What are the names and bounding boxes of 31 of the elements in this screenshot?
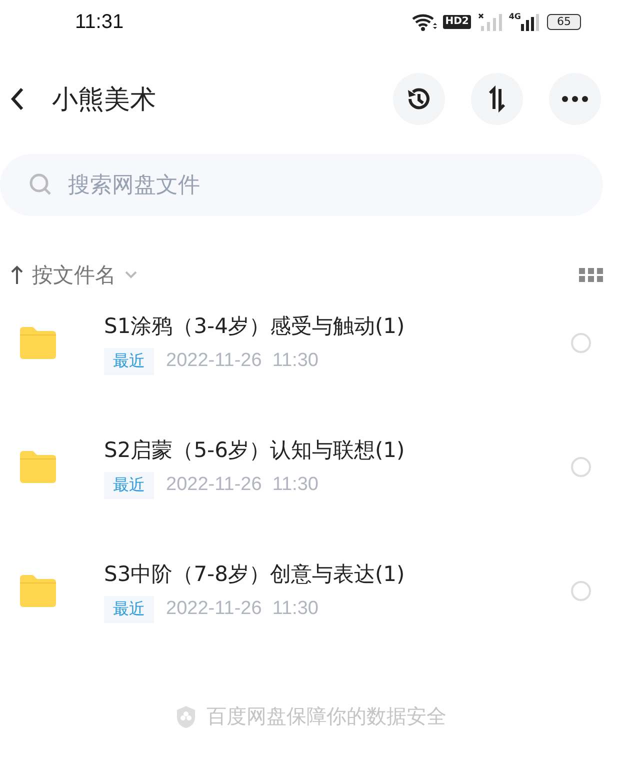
more-icon (561, 95, 589, 103)
status-time: 11:31 (75, 10, 125, 34)
modified-date: 2022-11-26 11:30 (166, 598, 318, 620)
signal-icon (476, 12, 503, 32)
recent-tag: 最近 (104, 596, 154, 622)
up-arrow-icon (10, 265, 24, 285)
hd-badge: HD2 (443, 15, 471, 29)
folder-name[interactable]: S3中阶（7-8岁）创意与表达(1) (104, 560, 571, 588)
select-radio[interactable] (571, 457, 591, 477)
folder-title: 小熊美术 (52, 84, 157, 116)
select-radio[interactable] (571, 581, 591, 601)
folder-icon (18, 326, 58, 360)
wifi-icon (411, 12, 438, 32)
recent-tag: 最近 (104, 472, 154, 498)
folder-icon (18, 574, 58, 608)
grid-view-icon[interactable] (579, 267, 603, 283)
folder-name[interactable]: S1涂鸦（3-4岁）感受与触动(1) (104, 312, 571, 340)
sort-by-name-dropdown[interactable]: 按文件名 (10, 261, 138, 289)
modified-date: 2022-11-26 11:30 (166, 474, 318, 496)
select-radio[interactable] (571, 333, 591, 353)
folder-icon (18, 450, 58, 484)
folder-name[interactable]: S2启蒙（5-6岁）认知与联想(1) (104, 436, 571, 464)
battery-indicator: 65 (547, 14, 581, 30)
search-field[interactable]: 搜索网盘文件 (0, 154, 603, 216)
recent-tag: 最近 (104, 348, 154, 374)
chevron-down-icon (124, 270, 138, 280)
network-label: 4G (508, 12, 521, 21)
shield-icon (174, 704, 196, 728)
modified-date: 2022-11-26 11:30 (166, 350, 318, 372)
security-note: 百度网盘保障你的数据安全 (206, 703, 446, 730)
signal-icon (521, 12, 541, 32)
